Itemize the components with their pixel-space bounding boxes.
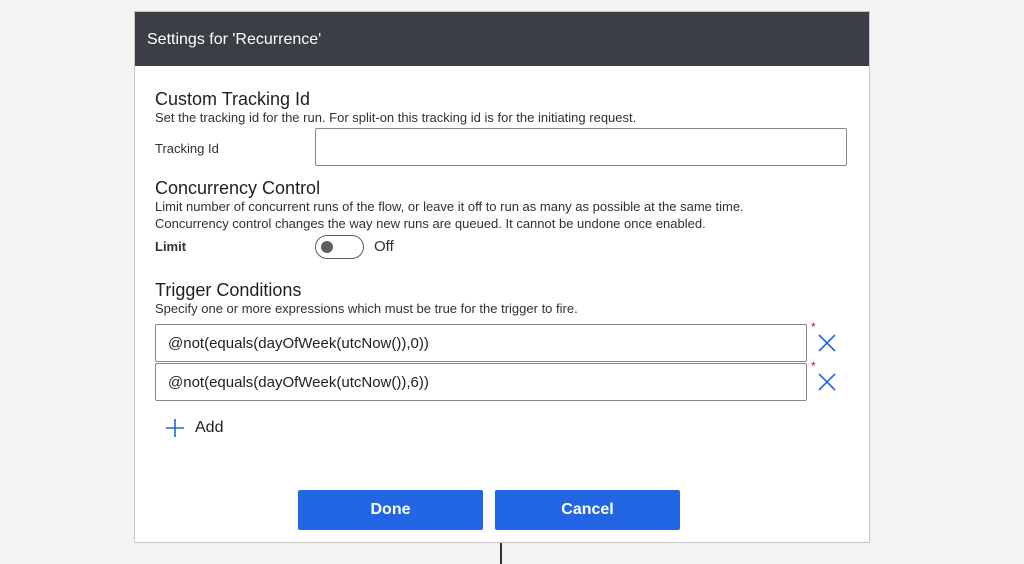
dialog-title: Settings for 'Recurrence' xyxy=(147,31,322,48)
limit-label: Limit xyxy=(155,239,187,254)
concurrency-description-line1: Limit number of concurrent runs of the f… xyxy=(155,199,744,214)
trigger-description: Specify one or more expressions which mu… xyxy=(155,301,578,316)
tracking-title: Custom Tracking Id xyxy=(155,89,311,109)
condition-input[interactable] xyxy=(155,363,807,401)
trigger-section: Trigger Conditions Specify one or more e… xyxy=(155,280,855,317)
tracking-row: Tracking Id xyxy=(155,128,847,166)
toggle-state-label: Off xyxy=(374,238,394,255)
limit-toggle[interactable] xyxy=(315,235,364,259)
add-condition-button[interactable]: Add xyxy=(165,418,223,438)
flow-connector-line xyxy=(500,543,502,564)
concurrency-description-line2: Concurrency control changes the way new … xyxy=(155,216,706,231)
toggle-knob xyxy=(321,241,333,253)
tracking-section: Custom Tracking Id Set the tracking id f… xyxy=(155,89,636,126)
condition-row: * xyxy=(155,359,855,403)
concurrency-section: Concurrency Control Limit number of conc… xyxy=(155,178,855,232)
settings-dialog: Settings for 'Recurrence' Custom Trackin… xyxy=(134,11,870,543)
done-button[interactable]: Done xyxy=(298,490,483,530)
concurrency-title: Concurrency Control xyxy=(155,178,321,198)
trigger-title: Trigger Conditions xyxy=(155,280,302,300)
remove-condition-icon[interactable] xyxy=(817,372,837,392)
required-marker: * xyxy=(811,359,816,373)
tracking-id-label: Tracking Id xyxy=(155,141,219,156)
add-label: Add xyxy=(195,419,224,436)
cancel-button[interactable]: Cancel xyxy=(495,490,680,530)
concurrency-limit-row: Limit Off xyxy=(155,235,455,261)
condition-input[interactable] xyxy=(155,324,807,362)
tracking-id-input[interactable] xyxy=(315,128,847,166)
tracking-description: Set the tracking id for the run. For spl… xyxy=(155,110,637,125)
plus-icon xyxy=(166,419,184,437)
required-marker: * xyxy=(811,320,816,334)
dialog-header: Settings for 'Recurrence' xyxy=(135,12,869,66)
condition-row: * xyxy=(155,320,855,364)
remove-condition-icon[interactable] xyxy=(817,333,837,353)
add-condition-row: Add xyxy=(155,418,275,442)
